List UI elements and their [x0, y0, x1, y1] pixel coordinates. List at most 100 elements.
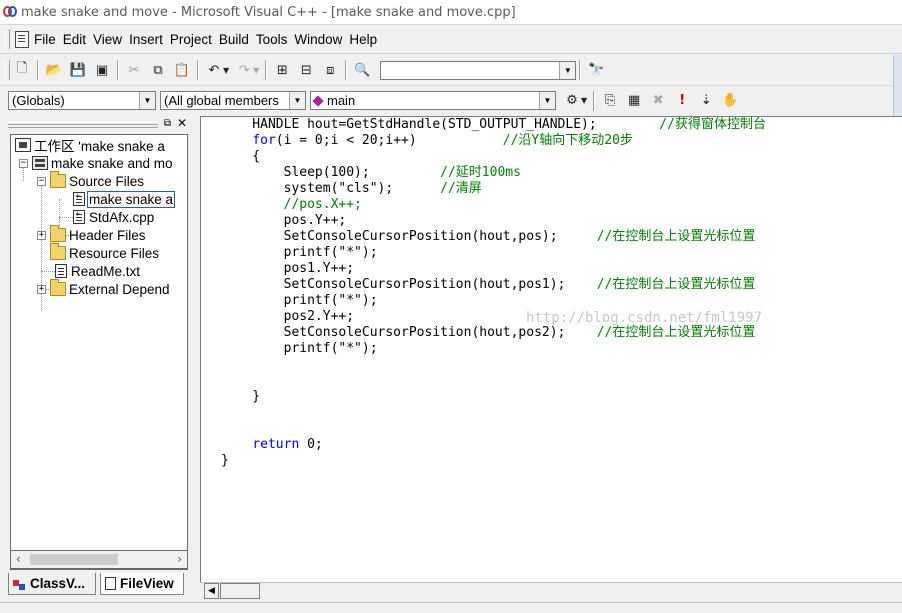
- collapse-toggle[interactable]: −: [19, 158, 28, 168]
- window-list-icon[interactable]: ⧈: [320, 60, 340, 80]
- function-value[interactable]: main: [327, 93, 539, 108]
- paste-icon[interactable]: 📋: [172, 60, 192, 80]
- copy-icon[interactable]: ⧉: [148, 60, 168, 80]
- workspace-icon[interactable]: ⊞: [272, 60, 292, 80]
- save-icon[interactable]: 💾: [68, 60, 88, 80]
- tree-item-main-cpp[interactable]: make snake a: [73, 190, 176, 208]
- output-icon[interactable]: ⊟: [296, 60, 316, 80]
- class-scope-combo[interactable]: (Globals) ▼: [8, 91, 156, 110]
- compile-icon[interactable]: ⎘: [600, 91, 620, 111]
- scrollbar-thumb[interactable]: [220, 583, 260, 599]
- code-line[interactable]: [221, 405, 766, 421]
- chevron-down-icon[interactable]: ▼: [139, 92, 155, 109]
- redo-dropdown-icon[interactable]: ▼: [253, 66, 259, 75]
- scrollbar-thumb[interactable]: [30, 554, 118, 565]
- workspace-horizontal-scrollbar[interactable]: ‹ ›: [10, 550, 188, 569]
- code-line[interactable]: }: [221, 389, 766, 405]
- tree-item-source-files[interactable]: − Source Files: [37, 171, 144, 190]
- editor-horizontal-scrollbar[interactable]: ◀: [200, 582, 902, 601]
- undo-dropdown-icon[interactable]: ▼: [223, 66, 229, 75]
- scroll-left-icon[interactable]: ‹: [16, 552, 21, 566]
- code-line[interactable]: //pos.X++;: [221, 197, 766, 213]
- tab-fileview[interactable]: FileView: [100, 573, 184, 595]
- code-token: HANDLE hout=GetStdHandle(STD_OUTPUT_HAND…: [221, 117, 660, 132]
- panel-grip[interactable]: [8, 121, 158, 128]
- stop-build-icon[interactable]: ✖: [648, 91, 668, 111]
- undo-icon[interactable]: ↶: [204, 60, 224, 80]
- code-line[interactable]: printf("*");: [221, 293, 766, 309]
- find-combo[interactable]: ▼: [380, 60, 577, 80]
- code-line[interactable]: pos1.Y++;: [221, 261, 766, 277]
- menu-tools[interactable]: Tools: [254, 32, 293, 47]
- toolbar-separator: [37, 60, 39, 80]
- code-line[interactable]: }: [221, 453, 766, 469]
- chevron-down-icon[interactable]: ▼: [559, 61, 576, 79]
- class-scope-value[interactable]: (Globals): [9, 93, 139, 108]
- code-line[interactable]: return 0;: [221, 437, 766, 453]
- code-line[interactable]: SetConsoleCursorPosition(hout,pos1); //在…: [221, 277, 766, 293]
- menu-help[interactable]: Help: [347, 32, 382, 47]
- code-line[interactable]: HANDLE hout=GetStdHandle(STD_OUTPUT_HAND…: [221, 117, 766, 133]
- code-line[interactable]: printf("*");: [221, 245, 766, 261]
- code-line[interactable]: printf("*");: [221, 341, 766, 357]
- expand-toggle[interactable]: +: [37, 230, 46, 240]
- code-line[interactable]: {: [221, 149, 766, 165]
- code-line[interactable]: system("cls"); //清屏: [221, 181, 766, 197]
- code-line[interactable]: SetConsoleCursorPosition(hout,pos); //在控…: [221, 229, 766, 245]
- new-text-file-icon[interactable]: 🗋: [12, 60, 32, 80]
- collapse-toggle[interactable]: −: [37, 176, 46, 186]
- restore-icon[interactable]: ⧉: [162, 118, 173, 129]
- menu-view[interactable]: View: [91, 32, 127, 47]
- chevron-down-icon[interactable]: ▼: [289, 92, 305, 109]
- menu-project[interactable]: Project: [168, 32, 217, 47]
- tab-classview[interactable]: ClassV...: [8, 573, 96, 595]
- code-line[interactable]: Sleep(100); //延时100ms: [221, 165, 766, 181]
- tree-item-readme[interactable]: ReadMe.txt: [55, 262, 140, 280]
- code-line[interactable]: pos.Y++;: [221, 213, 766, 229]
- close-icon[interactable]: ✕: [176, 117, 188, 129]
- open-folder-icon[interactable]: 📂: [44, 60, 64, 80]
- menu-file[interactable]: File: [32, 32, 61, 47]
- go-icon[interactable]: ⇣: [696, 91, 716, 111]
- cut-icon[interactable]: ✂: [124, 60, 144, 80]
- expand-toggle[interactable]: +: [37, 284, 46, 294]
- scroll-right-icon[interactable]: ›: [177, 552, 182, 566]
- tree-item-external-dependencies[interactable]: + External Depend: [37, 279, 170, 298]
- toolbar-grip[interactable]: [5, 60, 10, 80]
- code-text[interactable]: HANDLE hout=GetStdHandle(STD_OUTPUT_HAND…: [221, 117, 766, 469]
- tree-item-workspace[interactable]: 工作区 'make snake a: [15, 136, 165, 154]
- menu-edit[interactable]: Edit: [61, 32, 91, 47]
- menu-window[interactable]: Window: [292, 32, 347, 47]
- code-line[interactable]: [221, 373, 766, 389]
- code-editor[interactable]: HANDLE hout=GetStdHandle(STD_OUTPUT_HAND…: [200, 116, 902, 583]
- redo-icon[interactable]: ↷: [234, 60, 254, 80]
- chevron-down-icon[interactable]: ▼: [539, 92, 555, 109]
- code-line[interactable]: for(i = 0;i < 20;i++) //沿Y轴向下移动20步: [221, 133, 766, 149]
- save-all-icon[interactable]: ▣: [92, 60, 112, 80]
- tree-item-header-files[interactable]: + Header Files: [37, 225, 146, 244]
- code-line[interactable]: [221, 421, 766, 437]
- file-tree: 工作区 'make snake a − make snake and mo − …: [10, 134, 188, 570]
- document-icon[interactable]: [15, 30, 29, 48]
- code-line[interactable]: SetConsoleCursorPosition(hout,pos2); //在…: [221, 325, 766, 341]
- code-comment: //沿Y轴向下移动20步: [502, 133, 633, 148]
- tree-item-project[interactable]: − make snake and mo: [19, 154, 173, 172]
- menu-build[interactable]: Build: [217, 32, 254, 47]
- folder-icon: [50, 243, 66, 260]
- menu-bar-grip[interactable]: [5, 29, 10, 49]
- find-in-files-icon[interactable]: 🔍: [352, 60, 372, 80]
- tree-item-stdafx-cpp[interactable]: StdAfx.cpp: [73, 208, 154, 226]
- members-filter-combo[interactable]: (All global members ▼: [160, 91, 306, 110]
- execute-icon[interactable]: !: [672, 91, 692, 111]
- tree-item-resource-files[interactable]: Resource Files: [50, 243, 159, 262]
- function-combo[interactable]: main ▼: [310, 91, 556, 110]
- code-line[interactable]: [221, 357, 766, 373]
- actions-dropdown-icon[interactable]: ▼: [581, 96, 587, 105]
- wizard-bar-actions-icon[interactable]: ⚙: [562, 91, 582, 111]
- members-filter-value[interactable]: (All global members: [161, 93, 289, 108]
- insert-remove-breakpoint-icon[interactable]: ✋: [720, 91, 740, 111]
- scroll-left-icon[interactable]: ◀: [204, 583, 219, 599]
- build-icon[interactable]: ▦: [624, 91, 644, 111]
- find-icon[interactable]: 🔭: [586, 60, 606, 80]
- menu-insert[interactable]: Insert: [127, 32, 168, 47]
